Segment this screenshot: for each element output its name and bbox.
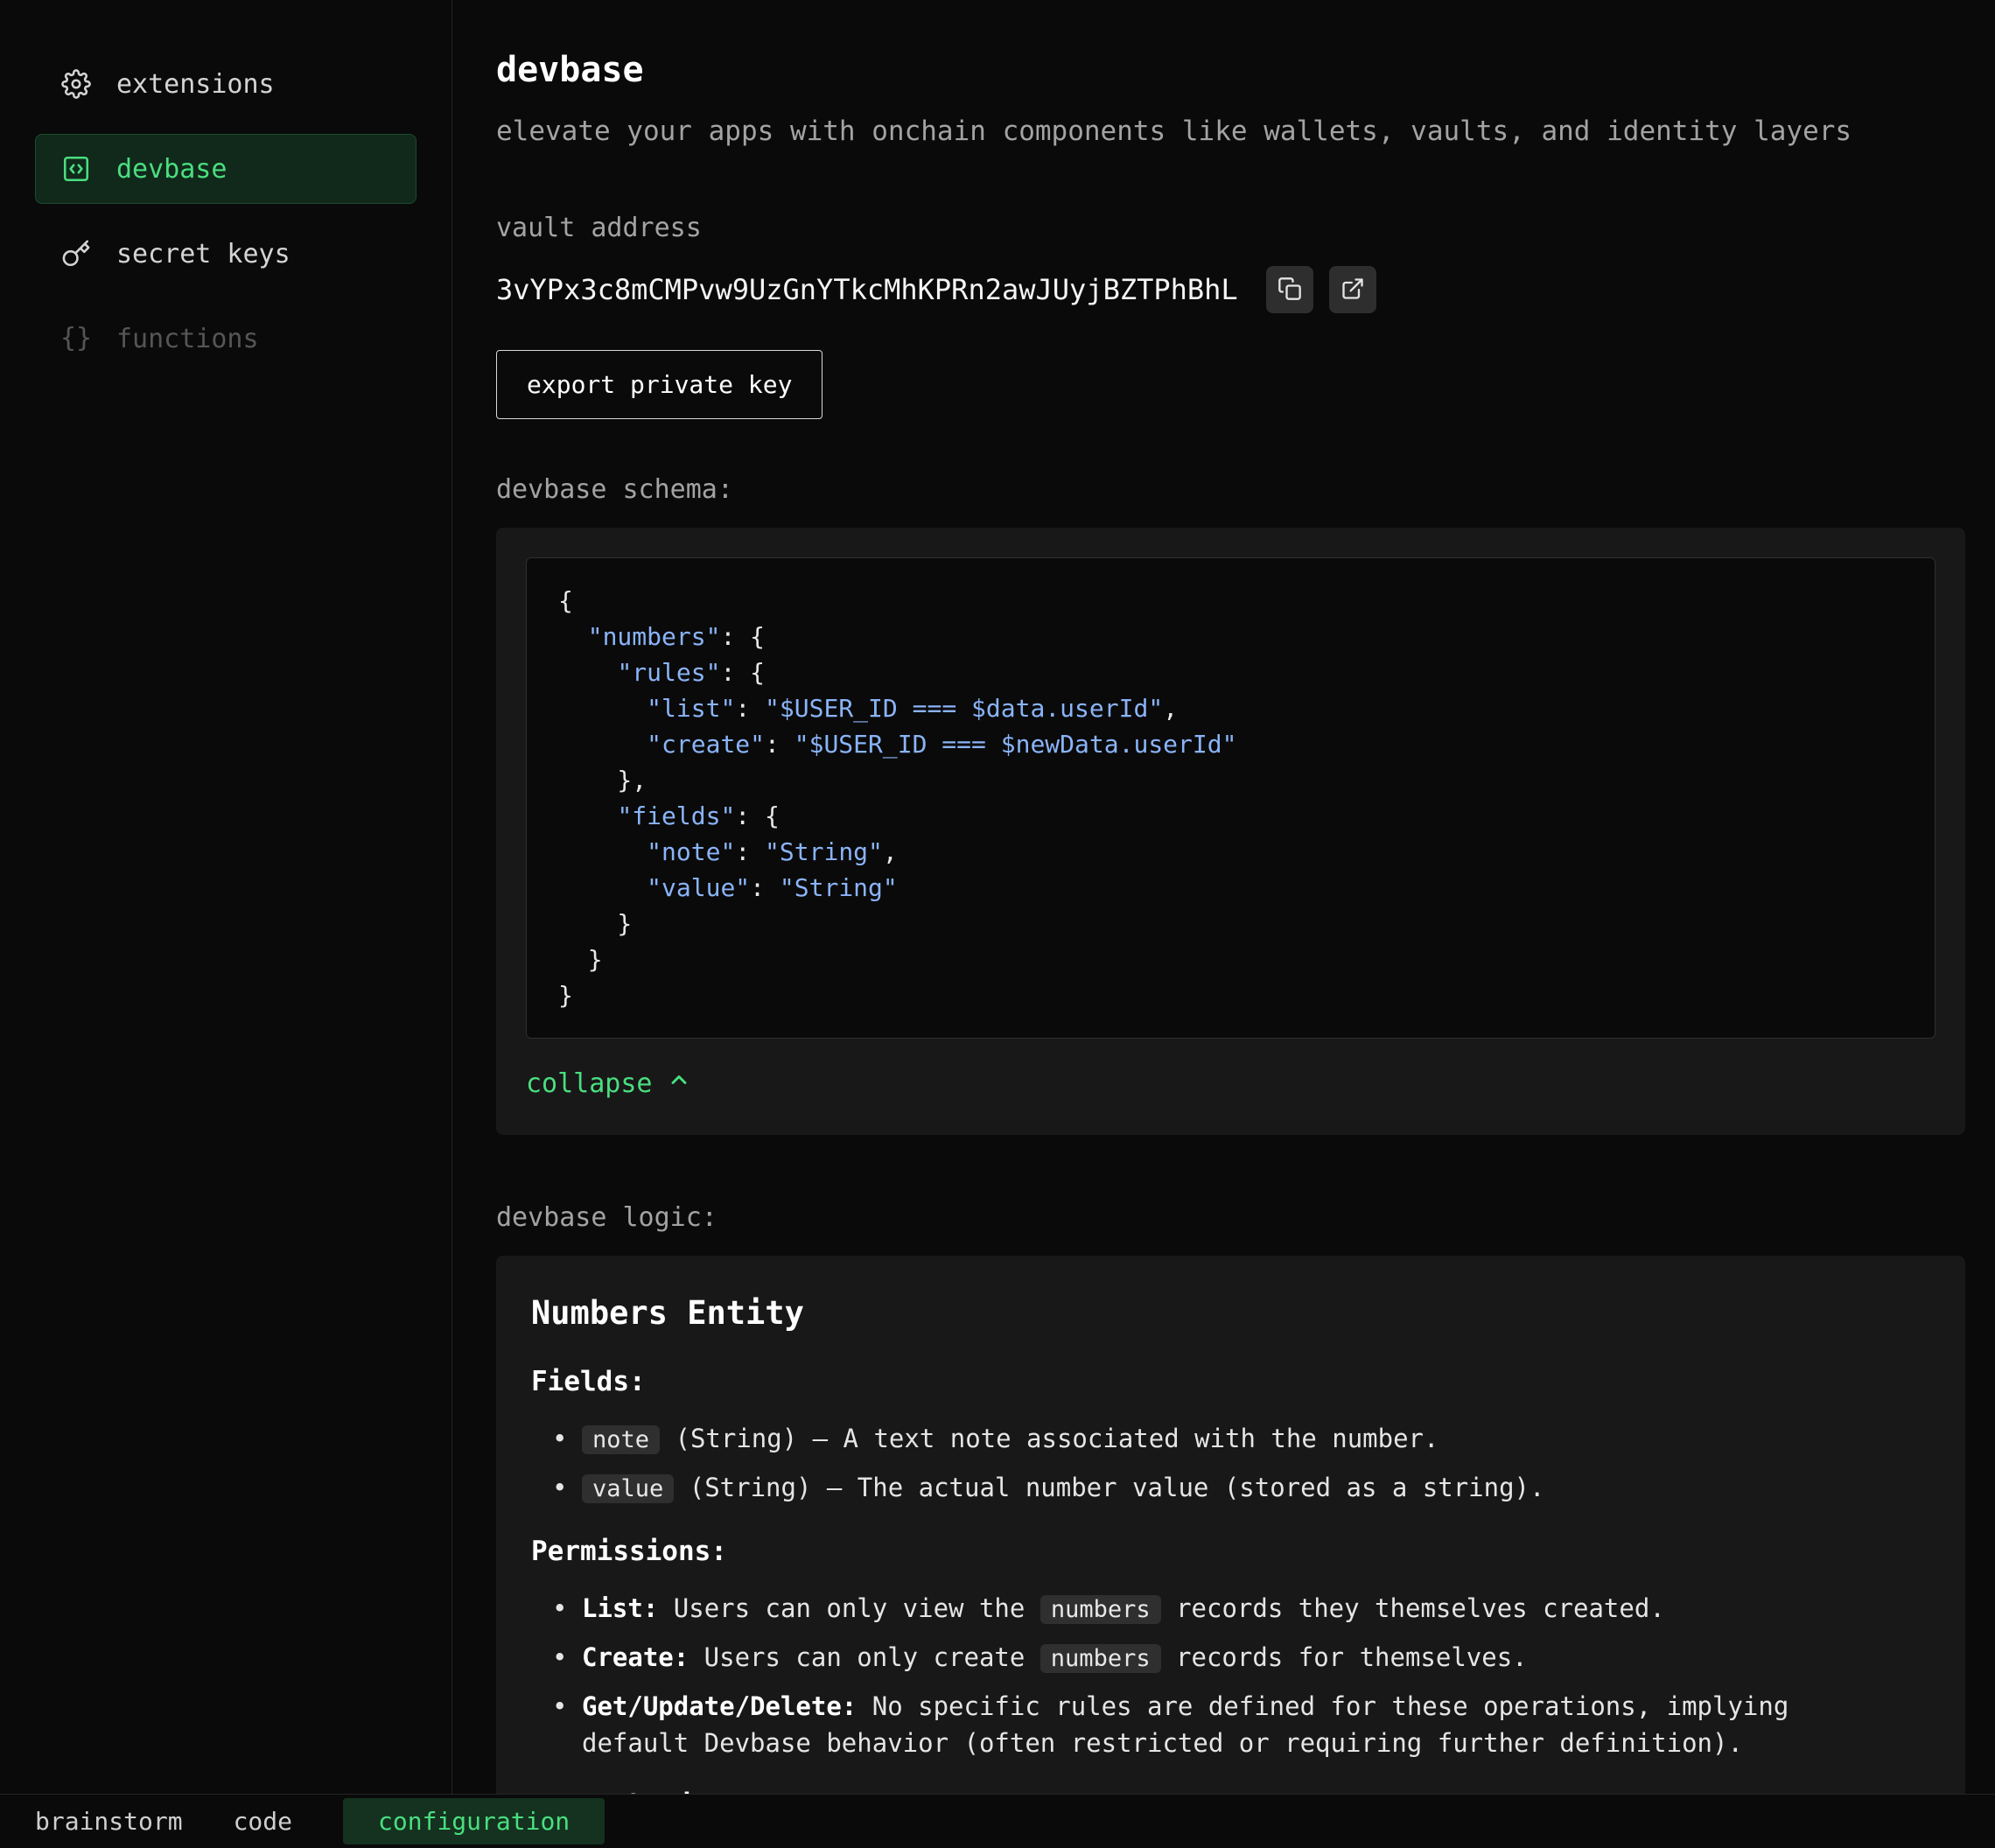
schema-code-block: { "numbers": { "rules": { "list": "$USER… — [526, 557, 1936, 1039]
logic-bullet: •value (String) — The actual number valu… — [531, 1469, 1930, 1508]
logic-bullet: •Create: Users can only create numbers r… — [531, 1639, 1930, 1677]
app-window: extensionsdevbasesecret keys{}functions … — [0, 0, 1995, 1848]
braces-icon: {} — [59, 326, 94, 352]
logic-section-heading: Fields: — [531, 1364, 1930, 1399]
bullet-dot: • — [552, 1639, 582, 1677]
logic-bullet-list: •note (String) — A text note associated … — [531, 1420, 1930, 1508]
sidebar-item-secret-keys[interactable]: secret keys — [35, 219, 416, 289]
logic-bullet: •List: Users can only view the numbers r… — [531, 1590, 1930, 1628]
bullet-dot: • — [552, 1469, 582, 1508]
export-private-key-button[interactable]: export private key — [496, 350, 822, 419]
main-content: devbase elevate your apps with onchain c… — [452, 0, 1995, 1794]
code-line: "note": "String", — [558, 834, 1903, 870]
vault-address-row: 3vYPx3c8mCMPvw9UzGnYTkcMhKPRn2awJUyjBZTP… — [496, 266, 1965, 313]
code-line: }, — [558, 762, 1903, 798]
code-line: "rules": { — [558, 654, 1903, 690]
logic-bullet-list: •List: Users can only view the numbers r… — [531, 1590, 1930, 1761]
logic-label: devbase logic: — [496, 1201, 1965, 1235]
code-line: "list": "$USER_ID === $data.userId", — [558, 690, 1903, 726]
code-line: } — [558, 906, 1903, 942]
schema-panel: { "numbers": { "rules": { "list": "$USER… — [496, 528, 1965, 1135]
code-line: } — [558, 977, 1903, 1013]
content-row: extensionsdevbasesecret keys{}functions … — [0, 0, 1995, 1794]
copy-address-button[interactable] — [1266, 266, 1313, 313]
code-line: "create": "$USER_ID === $newData.userId" — [558, 726, 1903, 762]
schema-collapse-button[interactable]: collapse — [526, 1065, 691, 1103]
bullet-text: note (String) — A text note associated w… — [582, 1420, 1930, 1459]
collapse-label: collapse — [526, 1065, 653, 1103]
code-line: "numbers": { — [558, 619, 1903, 654]
bullet-dot: • — [552, 1420, 582, 1459]
logic-section-heading: Permissions: — [531, 1534, 1930, 1569]
footer-tab-brainstorm[interactable]: brainstorm — [35, 1798, 183, 1844]
sidebar-item-label: secret keys — [116, 239, 290, 270]
vault-address-label: vault address — [496, 212, 1965, 245]
key-icon — [59, 239, 94, 269]
vault-address-value: 3vYPx3c8mCMPvw9UzGnYTkcMhKPRn2awJUyjBZTP… — [496, 273, 1238, 306]
code-line: { — [558, 583, 1903, 619]
bullet-dot: • — [552, 1590, 582, 1628]
logic-entity-title: Numbers Entity — [531, 1294, 1930, 1333]
bullet-text: Create: Users can only create numbers re… — [582, 1639, 1930, 1677]
sidebar-item-label: extensions — [116, 69, 275, 100]
footer-tab-bar: brainstorm code configuration — [0, 1794, 1995, 1848]
sidebar-item-extensions[interactable]: extensions — [35, 49, 416, 119]
open-explorer-button[interactable] — [1329, 266, 1376, 313]
sidebar-item-label: devbase — [116, 154, 227, 185]
sidebar-item-functions[interactable]: {} functions — [35, 304, 416, 374]
gear-icon — [59, 69, 94, 99]
sidebar-item-devbase[interactable]: devbase — [35, 134, 416, 204]
code-line: "value": "String" — [558, 870, 1903, 906]
sidebar: extensions devbase secret keys {} functions — [0, 0, 452, 1794]
logic-bullet: •note (String) — A text note associated … — [531, 1420, 1930, 1459]
code-square-icon — [59, 154, 94, 184]
sidebar-item-label: functions — [116, 324, 259, 354]
footer-tab-configuration[interactable]: configuration — [343, 1798, 605, 1844]
chevron-up-icon — [667, 1065, 691, 1103]
code-line: "fields": { — [558, 798, 1903, 834]
bullet-text: List: Users can only view the numbers re… — [582, 1590, 1930, 1628]
logic-section-heading: Key Behaviors: — [531, 1788, 1930, 1794]
external-link-icon — [1340, 276, 1365, 304]
logic-panel: Numbers Entity Fields:•note (String) — A… — [496, 1256, 1965, 1794]
page-subtitle: elevate your apps with onchain component… — [496, 114, 1965, 149]
code-line: } — [558, 942, 1903, 977]
bullet-text: Get/Update/Delete: No specific rules are… — [582, 1688, 1930, 1761]
bullet-dot: • — [552, 1688, 582, 1761]
logic-body: Fields:•note (String) — A text note asso… — [531, 1364, 1930, 1794]
page-title: devbase — [496, 49, 1965, 91]
copy-icon — [1278, 276, 1302, 304]
bullet-text: value (String) — The actual number value… — [582, 1469, 1930, 1508]
footer-tab-code[interactable]: code — [234, 1798, 292, 1844]
logic-bullet: •Get/Update/Delete: No specific rules ar… — [531, 1688, 1930, 1761]
schema-label: devbase schema: — [496, 473, 1965, 507]
